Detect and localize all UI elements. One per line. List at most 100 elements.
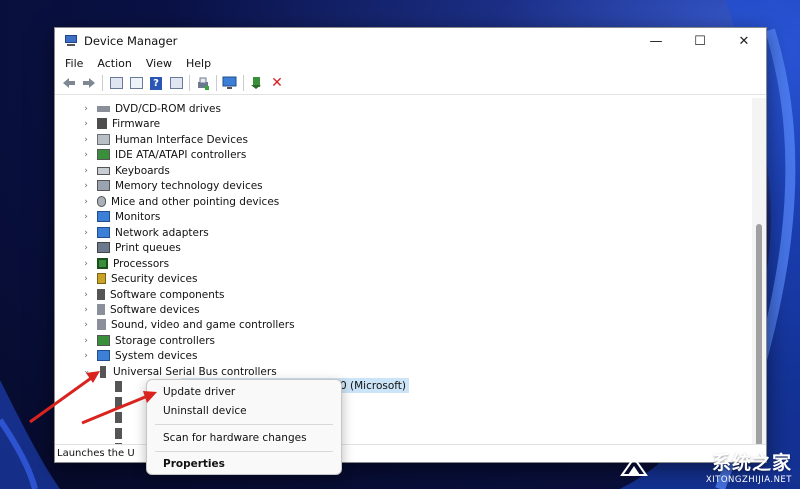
expand-chevron-icon[interactable]: › [79, 104, 93, 114]
uninstall-device-menu-item[interactable]: Uninstall device [163, 405, 247, 417]
tree-item-label: Human Interface Devices [115, 133, 248, 146]
tree-item-label: Print queues [115, 241, 181, 254]
expand-chevron-icon[interactable]: › [79, 135, 93, 145]
tree-item-label: DVD/CD-ROM drives [115, 102, 221, 115]
tree-item[interactable]: › Keyboards [55, 163, 170, 178]
watermark-text: 系统之家 [711, 452, 792, 474]
expand-chevron-icon[interactable]: › [79, 212, 93, 222]
security-key-icon [97, 273, 106, 284]
uninstall-icon[interactable]: ✕ [269, 75, 285, 91]
printer-icon [97, 242, 110, 253]
tree-item-label: Storage controllers [115, 334, 215, 347]
tree-item-label: Processors [113, 257, 170, 270]
expand-chevron-icon[interactable]: › [79, 290, 93, 300]
expand-chevron-icon[interactable]: › [79, 243, 93, 253]
tree-item-label: Monitors [115, 210, 161, 223]
expand-chevron-icon[interactable]: › [79, 150, 93, 160]
memory-icon [97, 180, 110, 191]
network-adapter-icon [97, 227, 110, 238]
update-driver-menu-item[interactable]: Update driver [163, 386, 235, 398]
usb-child-icon [115, 397, 122, 408]
mouse-icon [97, 196, 106, 207]
expand-chevron-icon[interactable]: › [79, 119, 93, 129]
title-bar: Device Manager — ☐ ✕ [55, 28, 766, 54]
close-button[interactable]: ✕ [722, 28, 766, 54]
tree-item-expanded[interactable]: › Universal Serial Bus controllers [55, 364, 277, 379]
tree-item-label: Universal Serial Bus controllers [113, 365, 277, 378]
usb-child-icon [115, 428, 122, 439]
context-menu: Update driver Uninstall device Scan for … [146, 379, 342, 475]
expand-chevron-icon[interactable]: › [79, 274, 93, 284]
toolbar: ? ✕ [55, 72, 766, 95]
tree-item-label: Software components [110, 288, 225, 301]
collapse-chevron-icon[interactable]: › [81, 365, 91, 379]
usb-child-icon [115, 381, 122, 392]
tree-item[interactable]: › IDE ATA/ATAPI controllers [55, 147, 246, 162]
maximize-button[interactable]: ☐ [678, 28, 722, 54]
window-title: Device Manager [84, 34, 178, 48]
update-driver-icon[interactable] [249, 75, 265, 91]
dvd-drive-icon [97, 105, 110, 112]
menu-view[interactable]: View [139, 57, 179, 70]
expand-chevron-icon[interactable]: › [79, 259, 93, 269]
properties-icon[interactable] [128, 75, 144, 91]
minimize-button[interactable]: — [634, 28, 678, 54]
expand-chevron-icon[interactable]: › [79, 166, 93, 176]
expand-chevron-icon[interactable]: › [79, 320, 93, 330]
forward-icon[interactable] [81, 75, 97, 91]
tree-item[interactable]: › Software components [55, 287, 225, 302]
view-icon[interactable] [168, 75, 184, 91]
expand-chevron-icon[interactable]: › [79, 305, 93, 315]
context-menu-divider [155, 451, 333, 452]
tree-item-label: Software devices [110, 303, 200, 316]
tree-item[interactable]: › Human Interface Devices [55, 132, 248, 147]
scan-hardware-changes-menu-item[interactable]: Scan for hardware changes [163, 432, 307, 444]
back-icon[interactable] [61, 75, 77, 91]
tree-item[interactable]: › Network adapters [55, 225, 209, 240]
speaker-icon [97, 319, 106, 330]
tree-item[interactable]: › Firmware [55, 116, 160, 131]
toolbar-divider [102, 75, 103, 91]
expand-chevron-icon[interactable]: › [79, 351, 93, 361]
expand-chevron-icon[interactable]: › [79, 336, 93, 346]
selected-usb-device-label: .0 (Microsoft) [336, 379, 406, 392]
tree-item[interactable]: › Mice and other pointing devices [55, 194, 279, 209]
keyboard-icon [97, 166, 110, 175]
monitor-icon [97, 211, 110, 222]
scrollbar-thumb[interactable] [756, 224, 762, 446]
tree-item[interactable]: › Software devices [55, 302, 200, 317]
tree-item[interactable]: › Monitors [55, 209, 160, 224]
menu-bar: File Action View Help [55, 54, 766, 72]
menu-file[interactable]: File [58, 57, 90, 70]
scan-hardware-icon[interactable] [222, 75, 238, 91]
tree-item[interactable]: › Print queues [55, 240, 181, 255]
tree-item-label: Mice and other pointing devices [111, 195, 280, 208]
tree-item[interactable]: › Processors [55, 256, 169, 271]
tree-item-label: Network adapters [115, 226, 209, 239]
menu-action[interactable]: Action [90, 57, 138, 70]
help-icon[interactable]: ? [148, 75, 164, 91]
usb-icon [100, 365, 106, 378]
watermark-logo-icon [620, 456, 648, 476]
expand-chevron-icon[interactable]: › [79, 181, 93, 191]
toolbar-divider [216, 75, 217, 91]
tree-item[interactable]: › Security devices [55, 271, 197, 286]
tree-item[interactable]: › DVD/CD-ROM drives [55, 101, 221, 116]
tree-item-label: Sound, video and game controllers [111, 318, 295, 331]
software-component-icon [97, 289, 105, 300]
vertical-scrollbar[interactable] [752, 98, 766, 446]
expand-chevron-icon[interactable]: › [79, 228, 93, 238]
toolbar-divider [243, 75, 244, 91]
show-hide-tree-icon[interactable] [108, 75, 124, 91]
storage-controller-icon [97, 335, 110, 346]
tree-item[interactable]: › Storage controllers [55, 333, 215, 348]
usb-child-icon [115, 412, 122, 423]
tree-item[interactable]: › Sound, video and game controllers [55, 317, 295, 332]
expand-chevron-icon[interactable]: › [79, 197, 93, 207]
properties-menu-item[interactable]: Properties [163, 458, 225, 470]
tree-item-label: IDE ATA/ATAPI controllers [115, 148, 247, 161]
menu-help[interactable]: Help [179, 57, 218, 70]
tree-item[interactable]: › System devices [55, 348, 197, 363]
print-icon[interactable] [195, 75, 211, 91]
tree-item[interactable]: › Memory technology devices [55, 178, 262, 193]
